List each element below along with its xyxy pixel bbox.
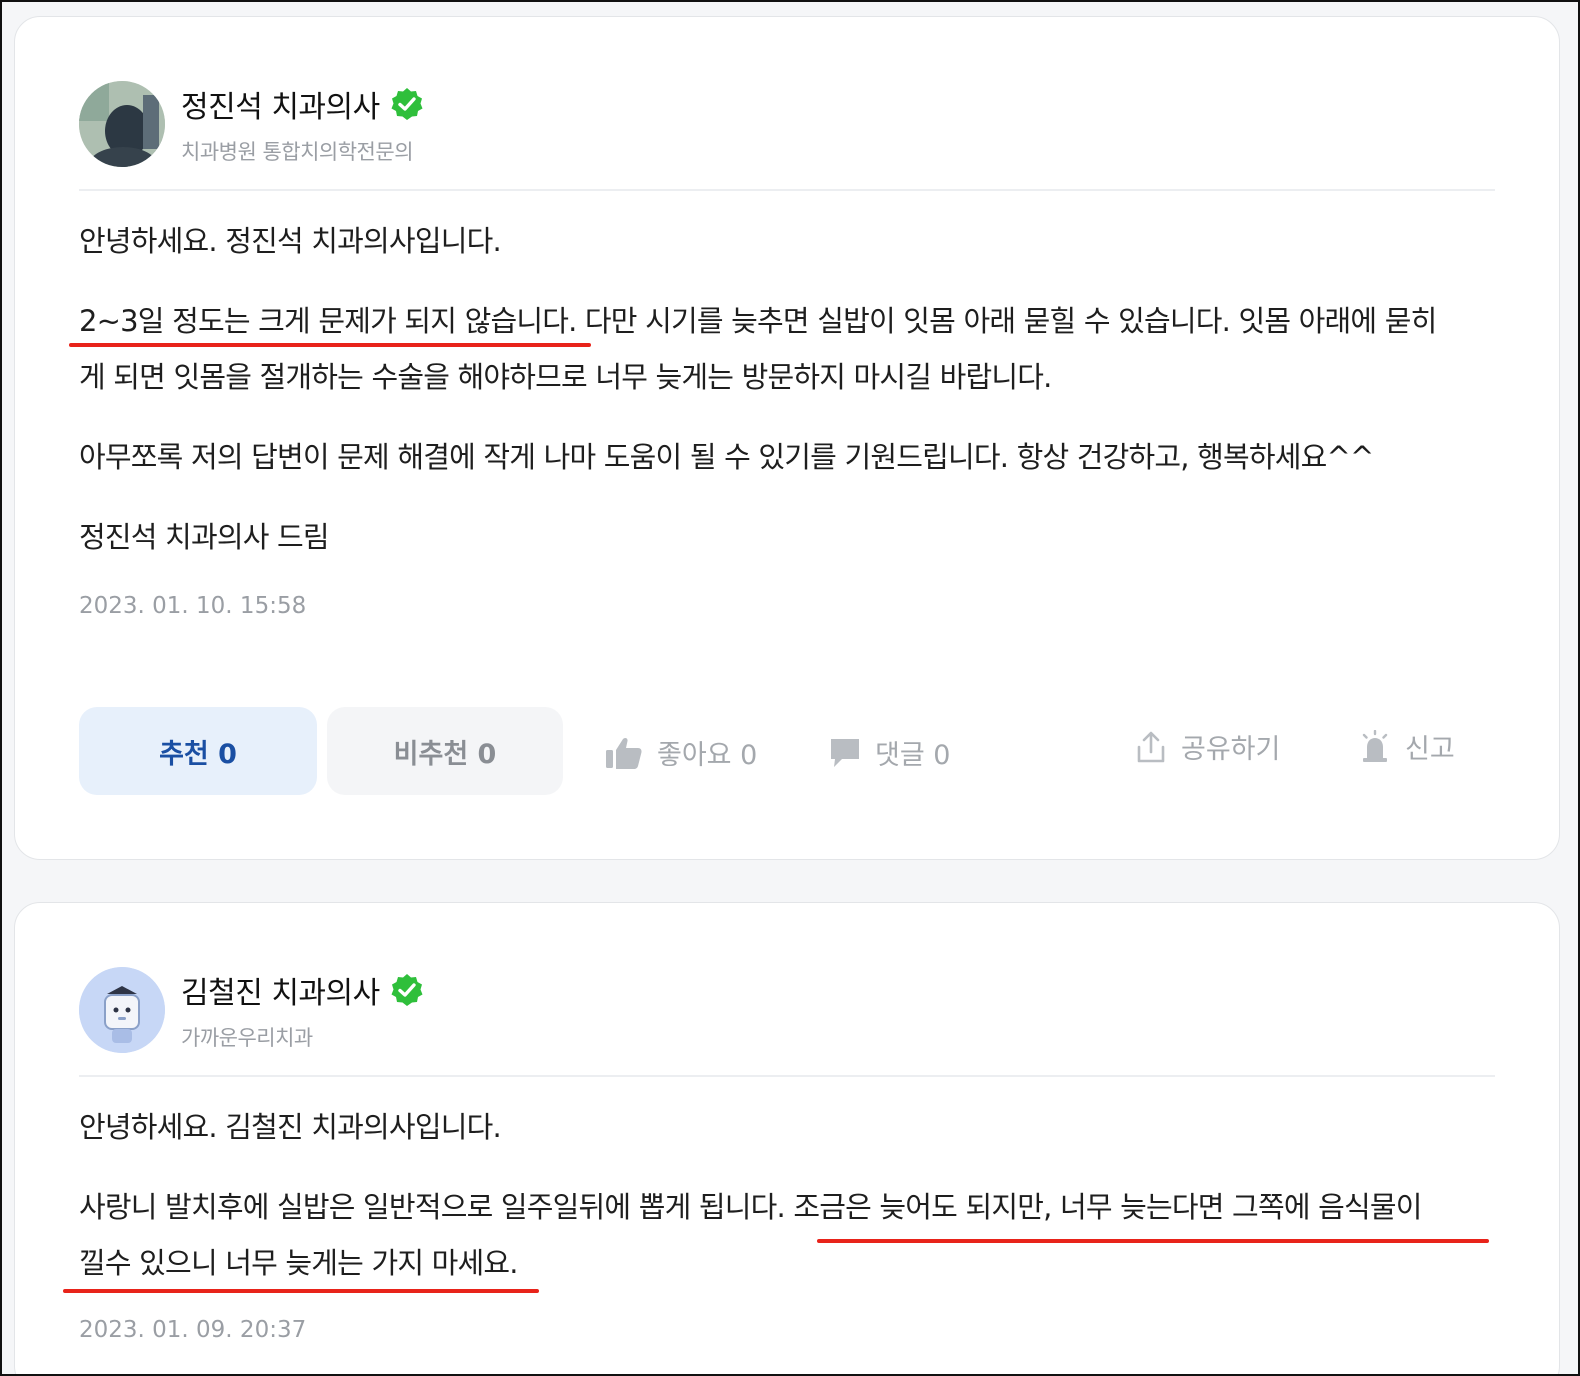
answer-date: 2023. 01. 09. 20:37 [79,1317,307,1343]
person-photo-icon [79,81,165,167]
check-badge-icon [391,974,423,1006]
like-button[interactable]: 좋아요 0 [605,733,757,772]
answer-paragraph: 안녕하세요. 김철진 치과의사입니다. [79,1110,502,1144]
author-avatar[interactable] [79,967,165,1053]
thumbs-up-icon [606,737,642,769]
answer-body: 안녕하세요. 정진석 치과의사입니다. 2~3일 정도는 크게 문제가 되지 않… [79,213,1499,589]
answer-signature: 정진석 치과의사 드림 [79,520,330,554]
report-button[interactable]: 신고 [1359,727,1455,766]
divider [79,189,1495,191]
author-affiliation: 치과병원 통합치의학전문의 [181,140,414,164]
share-upload-icon [1137,731,1165,762]
answer-paragraph: 아무쪼록 저의 답변이 문제 해결에 작게 나마 도움이 될 수 있기를 기원드… [79,440,1374,474]
answer-card: 김철진 치과의사 가까운우리치과 안녕하세요. 김철진 치과의사입니다. 사랑니… [14,902,1560,1376]
not-recommend-button[interactable]: 비추천 0 [327,707,563,795]
author-avatar[interactable] [79,81,165,167]
action-bar: 추천 0 비추천 0 좋아요 0 댓글 0 공유하기 신고 [79,707,1499,795]
author-name[interactable]: 정진석 치과의사 [181,82,380,126]
author-name[interactable]: 김철진 치과의사 [181,968,380,1012]
comment-bubble-icon [831,738,859,767]
red-underline-annotation [817,1239,1489,1243]
siren-icon [1362,729,1388,762]
robot-mascot-icon [79,967,165,1053]
author-affiliation: 가까운우리치과 [181,1026,313,1050]
answer-card: 정진석 치과의사 치과병원 통합치의학전문의 안녕하세요. 정진석 치과의사입니… [14,16,1560,860]
answer-date: 2023. 01. 10. 15:58 [79,593,307,619]
comment-count: 댓글 0 [875,740,951,771]
answer-paragraph: 사랑니 발치후에 실밥은 일반적으로 일주일뒤에 뽑게 됩니다. 조금은 늦어도… [79,1190,1422,1224]
comment-button[interactable]: 댓글 0 [829,733,950,772]
red-underline-annotation [63,1289,539,1293]
red-underline-annotation [69,343,591,347]
share-label: 공유하기 [1181,734,1281,765]
report-label: 신고 [1405,734,1455,765]
divider [79,1075,1495,1077]
answer-paragraph: 낄수 있으니 너무 늦게는 가지 마세요. [79,1246,519,1280]
author-header: 정진석 치과의사 치과병원 통합치의학전문의 [79,81,424,167]
like-count: 좋아요 0 [657,740,758,771]
recommend-button[interactable]: 추천 0 [79,707,317,795]
answer-paragraph: 2~3일 정도는 크게 문제가 되지 않습니다. 다만 시기를 늦추면 실밥이 … [79,304,1437,338]
author-header: 김철진 치과의사 가까운우리치과 [79,967,424,1053]
share-button[interactable]: 공유하기 [1135,727,1280,766]
answer-paragraph: 안녕하세요. 정진석 치과의사입니다. [79,224,502,258]
answer-body: 안녕하세요. 김철진 치과의사입니다. 사랑니 발치후에 실밥은 일반적으로 일… [79,1099,1499,1315]
answer-paragraph: 게 되면 잇몸을 절개하는 수술을 해야하므로 너무 늦게는 방문하지 마시길 … [79,360,1052,394]
check-badge-icon [391,88,423,120]
